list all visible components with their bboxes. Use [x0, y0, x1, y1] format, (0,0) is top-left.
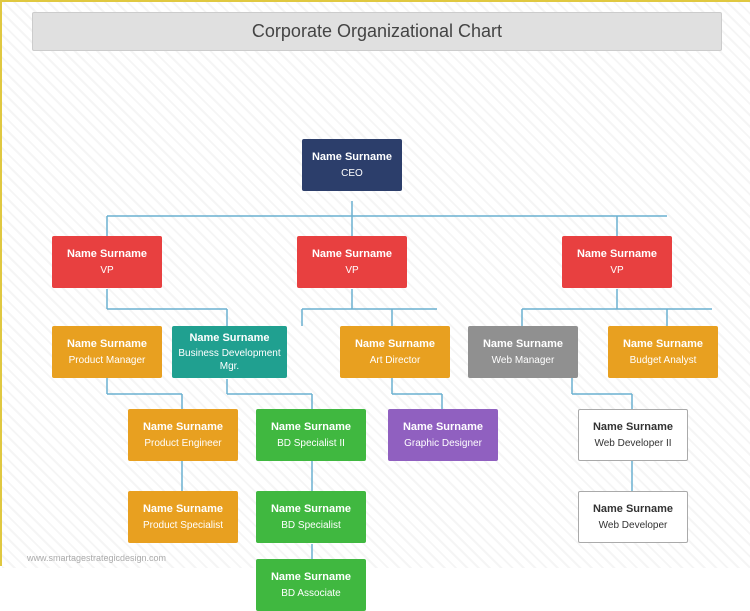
gd-node: Name Surname Graphic Designer: [388, 409, 498, 461]
vp1-role: VP: [100, 264, 113, 277]
bda-node: Name Surname BD Associate: [256, 559, 366, 611]
wd-name: Name Surname: [593, 502, 673, 516]
ad-name: Name Surname: [355, 337, 435, 351]
watermark: www.smartagestrategicdesign.com: [27, 553, 166, 563]
bd2-name: Name Surname: [271, 420, 351, 434]
bda-role: BD Associate: [281, 587, 340, 600]
pm-role: Product Manager: [69, 354, 146, 367]
vp3-node: Name Surname VP: [562, 236, 672, 288]
ba-name: Name Surname: [623, 337, 703, 351]
ba-role: Budget Analyst: [630, 354, 697, 367]
vp1-name: Name Surname: [67, 247, 147, 261]
wd-role: Web Developer: [599, 519, 668, 532]
bds-role: BD Specialist: [281, 519, 340, 532]
vp3-role: VP: [610, 264, 623, 277]
gd-name: Name Surname: [403, 420, 483, 434]
wd2-name: Name Surname: [593, 420, 673, 434]
ps-role: Product Specialist: [143, 519, 223, 532]
bda-name: Name Surname: [271, 570, 351, 584]
ad-role: Art Director: [370, 354, 421, 367]
wm-node: Name Surname Web Manager: [468, 326, 578, 378]
wm-name: Name Surname: [483, 337, 563, 351]
vp2-node: Name Surname VP: [297, 236, 407, 288]
gd-role: Graphic Designer: [404, 437, 482, 450]
ba-node: Name Surname Budget Analyst: [608, 326, 718, 378]
ceo-name: Name Surname: [312, 150, 392, 164]
wm-role: Web Manager: [492, 354, 555, 367]
vp2-name: Name Surname: [312, 247, 392, 261]
wd-node: Name Surname Web Developer: [578, 491, 688, 543]
pe-name: Name Surname: [143, 420, 223, 434]
pe-node: Name Surname Product Engineer: [128, 409, 238, 461]
vp2-role: VP: [345, 264, 358, 277]
chart-title: Corporate Organizational Chart: [32, 12, 722, 51]
ceo-role: CEO: [341, 167, 363, 180]
bdm-role: Business Development Mgr.: [178, 347, 281, 373]
bds-node: Name Surname BD Specialist: [256, 491, 366, 543]
vp3-name: Name Surname: [577, 247, 657, 261]
ad-node: Name Surname Art Director: [340, 326, 450, 378]
wd2-node: Name Surname Web Developer II: [578, 409, 688, 461]
pm-name: Name Surname: [67, 337, 147, 351]
bds-name: Name Surname: [271, 502, 351, 516]
vp1-node: Name Surname VP: [52, 236, 162, 288]
wd2-role: Web Developer II: [594, 437, 671, 450]
bd2-role: BD Specialist II: [277, 437, 345, 450]
ceo-node: Name Surname CEO: [302, 139, 402, 191]
bd2-node: Name Surname BD Specialist II: [256, 409, 366, 461]
bdm-node: Name Surname Business Development Mgr.: [172, 326, 287, 378]
pm-node: Name Surname Product Manager: [52, 326, 162, 378]
ps-node: Name Surname Product Specialist: [128, 491, 238, 543]
bdm-name: Name Surname: [189, 331, 269, 345]
ps-name: Name Surname: [143, 502, 223, 516]
pe-role: Product Engineer: [144, 437, 221, 450]
